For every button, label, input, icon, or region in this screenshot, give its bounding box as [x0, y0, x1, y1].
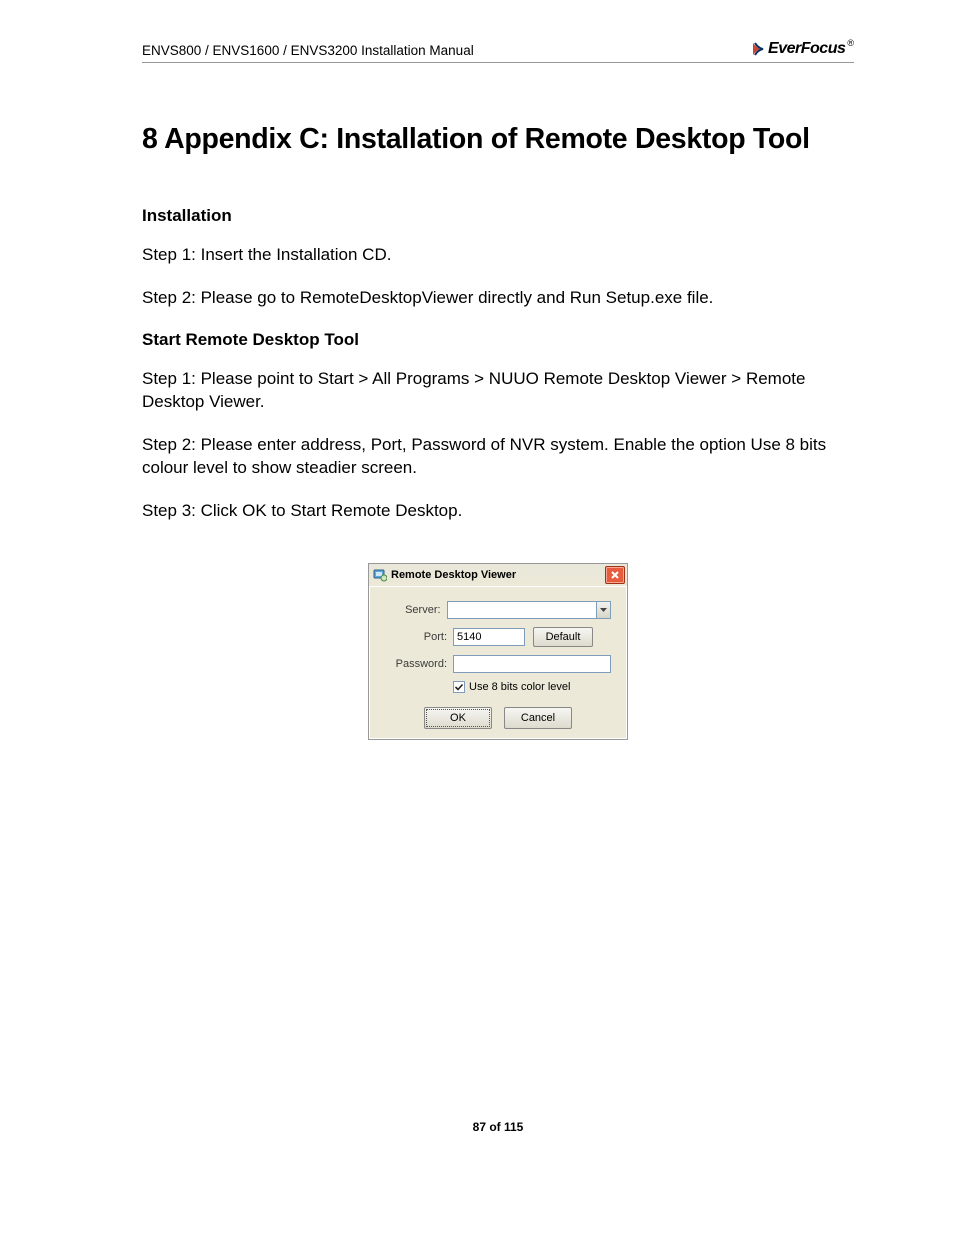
install-step-1: Step 1: Insert the Installation CD.	[142, 244, 854, 267]
section-start-tool: Start Remote Desktop Tool	[142, 330, 854, 350]
use-8bits-checkbox[interactable]	[453, 681, 465, 693]
page-header: ENVS800 / ENVS1600 / ENVS3200 Installati…	[142, 40, 854, 63]
dialog-titlebar: Remote Desktop Viewer	[369, 564, 627, 587]
page-number: 87 of 115	[142, 1120, 854, 1134]
close-icon	[610, 570, 620, 580]
check-icon	[454, 682, 464, 692]
chevron-down-icon	[600, 608, 607, 612]
app-icon	[373, 568, 387, 582]
password-input[interactable]	[453, 655, 611, 673]
ok-button[interactable]: OK	[424, 707, 492, 729]
port-label: Port:	[385, 631, 453, 643]
dialog-title: Remote Desktop Viewer	[391, 569, 516, 581]
brand-reg: ®	[847, 38, 854, 48]
default-button[interactable]: Default	[533, 627, 593, 647]
page-title: 8 Appendix C: Installation of Remote Des…	[142, 123, 854, 156]
doc-title: ENVS800 / ENVS1600 / ENVS3200 Installati…	[142, 43, 474, 58]
server-input[interactable]	[447, 601, 597, 619]
start-step-3: Step 3: Click OK to Start Remote Desktop…	[142, 500, 854, 523]
brand-name: EverFocus	[768, 40, 845, 58]
port-input[interactable]	[453, 628, 525, 646]
start-step-2: Step 2: Please enter address, Port, Pass…	[142, 434, 854, 480]
remote-desktop-viewer-dialog: Remote Desktop Viewer Server: P	[368, 563, 628, 740]
cancel-button[interactable]: Cancel	[504, 707, 572, 729]
install-step-2: Step 2: Please go to RemoteDesktopViewer…	[142, 287, 854, 310]
brand-logo: EverFocus ®	[750, 40, 854, 58]
everfocus-icon	[750, 41, 766, 57]
password-label: Password:	[385, 658, 453, 670]
section-installation: Installation	[142, 206, 854, 226]
close-button[interactable]	[605, 566, 625, 584]
server-label: Server:	[385, 604, 447, 616]
use-8bits-label: Use 8 bits color level	[469, 681, 571, 693]
start-step-1: Step 1: Please point to Start > All Prog…	[142, 368, 854, 414]
server-dropdown-button[interactable]	[597, 601, 611, 619]
